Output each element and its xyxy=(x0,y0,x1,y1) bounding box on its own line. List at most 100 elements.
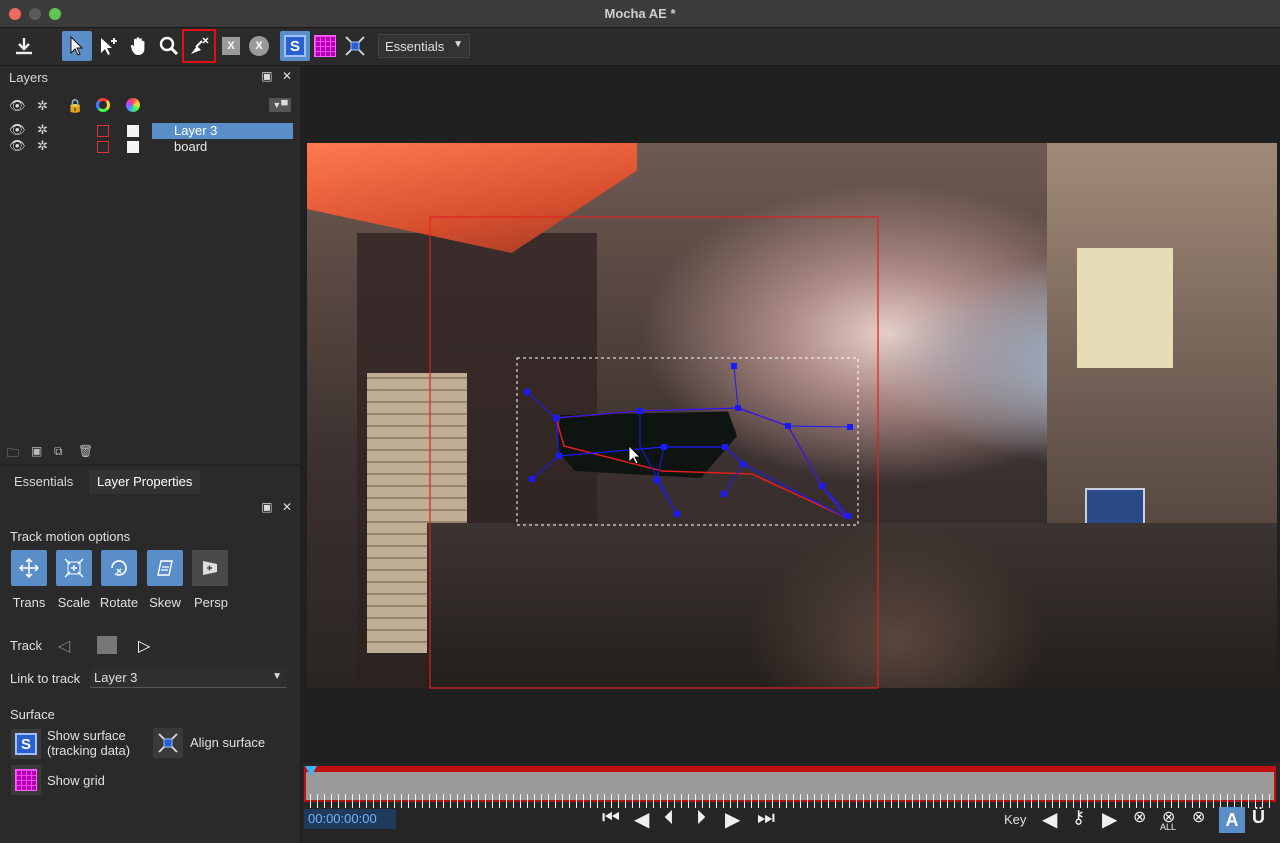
link-to-track-label: Link to track xyxy=(10,671,81,686)
save-download-icon[interactable] xyxy=(9,31,39,61)
track-motion-title: Track motion options xyxy=(10,529,131,544)
layer-row[interactable]: 👁 ✲ board xyxy=(0,138,293,155)
layer-name[interactable]: Layer 3 xyxy=(152,123,293,139)
trans-button[interactable] xyxy=(11,550,47,586)
blue-tangents xyxy=(527,365,851,517)
properties-panel: Essentials Layer Properties ▣ ✕ Track mo… xyxy=(0,466,301,843)
autokey-button[interactable]: A xyxy=(1219,807,1245,833)
skew-button[interactable] xyxy=(147,550,183,586)
timeline-range-bar[interactable] xyxy=(304,766,1276,808)
step-backward-icon[interactable]: ⏴ xyxy=(664,807,674,830)
float-panel-icon[interactable]: ▣ xyxy=(261,69,272,83)
visibility-eye-icon[interactable]: 👁 xyxy=(9,138,26,154)
window-title: Mocha AE * xyxy=(604,6,676,21)
x-spline-tool-icon[interactable] xyxy=(182,29,216,63)
skew-icon xyxy=(157,560,173,576)
align-surface-label: Align surface xyxy=(190,735,266,750)
surface-title: Surface xyxy=(10,707,55,722)
new-layer-icon[interactable]: ▣ xyxy=(31,444,42,458)
play-forward-icon[interactable]: ▶ xyxy=(725,807,740,832)
show-surface-button[interactable]: S xyxy=(11,729,41,759)
show-surface-label-line2: (tracking data) xyxy=(47,743,131,758)
workspace-dropdown[interactable]: Essentials ▼ xyxy=(378,34,470,58)
viewer-canvas[interactable] xyxy=(302,66,1280,763)
layer-bounds-outline xyxy=(429,216,879,689)
align-surface-button[interactable] xyxy=(153,728,183,758)
matte-color-swatch[interactable] xyxy=(127,125,139,137)
next-key-icon[interactable]: ▶ xyxy=(1102,807,1117,832)
red-spline[interactable] xyxy=(555,407,848,519)
show-grid-button[interactable] xyxy=(11,765,41,795)
layer-options-menu-icon[interactable]: ▼▀ xyxy=(269,98,291,112)
align-surface-icon[interactable] xyxy=(340,31,370,61)
chevron-down-icon: ▼ xyxy=(453,39,463,50)
grid-icon xyxy=(314,35,336,57)
cog-icon[interactable]: ✲ xyxy=(37,138,48,154)
float-panel-icon[interactable]: ▣ xyxy=(261,500,272,514)
add-point-tool-icon[interactable] xyxy=(94,31,124,61)
cog-header-icon: ✲ xyxy=(37,98,48,113)
spline-color-swatch[interactable] xyxy=(97,125,109,137)
surface-icon: S xyxy=(284,35,306,57)
visibility-header-icon: 👁 xyxy=(9,98,26,113)
timeline: 00:00:00:00 ⏮ ◀ ⏴ ⏵ ▶ ⏭ Key ◀ ⚷ ▶ ⊗ ⊗ AL… xyxy=(302,763,1280,843)
show-grid-label: Show grid xyxy=(47,773,105,788)
close-panel-icon[interactable]: ✕ xyxy=(282,69,292,83)
play-backward-icon[interactable]: ◀ xyxy=(634,807,649,832)
prev-key-icon[interactable]: ◀ xyxy=(1042,807,1057,832)
zoom-tool-icon[interactable] xyxy=(154,31,184,61)
matte-color-swatch[interactable] xyxy=(127,141,139,153)
scale-button[interactable] xyxy=(56,550,92,586)
add-key-icon[interactable]: ⚷ xyxy=(1072,807,1085,828)
tab-layer-properties[interactable]: Layer Properties xyxy=(89,470,201,494)
layers-header: 👁 ✲ 🔒 ▼▀ xyxy=(0,98,301,116)
spline-color-swatch[interactable] xyxy=(97,141,109,153)
stop-track-icon[interactable] xyxy=(97,636,117,654)
playhead-icon[interactable] xyxy=(305,766,317,776)
go-to-out-point-icon[interactable]: ⏭ xyxy=(757,807,775,830)
hand-tool-icon[interactable] xyxy=(124,31,154,61)
timecode-display[interactable]: 00:00:00:00 xyxy=(304,809,396,829)
delete-key-forward-icon[interactable]: ⊗ xyxy=(1192,807,1205,827)
show-grid-toggle[interactable] xyxy=(310,31,340,61)
layers-footer-toolbar: 🗀 ▣ ⧉ 🗑 xyxy=(0,444,301,464)
rotate-button[interactable] xyxy=(101,550,137,586)
main-toolbar: X X S Essentials ▼ xyxy=(0,28,1280,66)
delete-key-backward-icon[interactable]: ⊗ xyxy=(1133,807,1146,827)
track-backward-icon[interactable]: ◁ xyxy=(58,636,70,656)
blue-spline[interactable] xyxy=(555,407,848,519)
scale-icon xyxy=(64,558,84,578)
layer-row[interactable]: 👁 ✲ Layer 3 xyxy=(0,122,293,139)
rotate-icon xyxy=(111,560,127,576)
perspective-icon xyxy=(203,561,217,575)
step-forward-icon[interactable]: ⏵ xyxy=(696,807,706,830)
duplicate-layer-icon[interactable]: ⧉ xyxy=(54,444,63,459)
props-panel-controls: ▣ ✕ xyxy=(261,500,292,514)
u-toggle-button[interactable]: Ü xyxy=(1252,807,1265,828)
tab-essentials[interactable]: Essentials xyxy=(6,470,81,494)
tracking-overlay xyxy=(429,216,879,689)
trash-icon[interactable]: 🗑 xyxy=(78,444,93,458)
delete-all-label: ALL xyxy=(1160,822,1177,832)
cog-icon[interactable]: ✲ xyxy=(37,122,48,138)
layer-name[interactable]: board xyxy=(152,139,293,155)
align-surface-icon xyxy=(158,733,178,753)
track-forward-icon[interactable]: ▷ xyxy=(138,636,150,656)
panel-controls: ▣ ✕ xyxy=(261,69,292,83)
pick-tool-icon[interactable] xyxy=(62,31,92,61)
visibility-eye-icon[interactable]: 👁 xyxy=(9,122,26,138)
persp-button[interactable] xyxy=(192,550,228,586)
scale-label: Scale xyxy=(57,595,91,610)
skew-label: Skew xyxy=(149,595,181,610)
close-panel-icon[interactable]: ✕ xyxy=(282,500,292,514)
show-surface-label: Show surface (tracking data) xyxy=(47,728,130,758)
color-ring-header-icon xyxy=(96,98,110,112)
rotate-label: Rotate xyxy=(99,595,139,610)
go-to-in-point-icon[interactable]: ⏮ xyxy=(602,807,620,830)
show-surface-toggle[interactable]: S xyxy=(280,31,310,61)
x-spline-add-icon[interactable]: X xyxy=(216,31,246,61)
surface-icon: S xyxy=(15,733,37,755)
new-folder-icon[interactable]: 🗀 xyxy=(7,444,19,465)
x-spline-circle-icon[interactable]: X xyxy=(244,31,274,61)
link-to-track-dropdown[interactable]: Layer 3 ▼ xyxy=(90,668,287,688)
